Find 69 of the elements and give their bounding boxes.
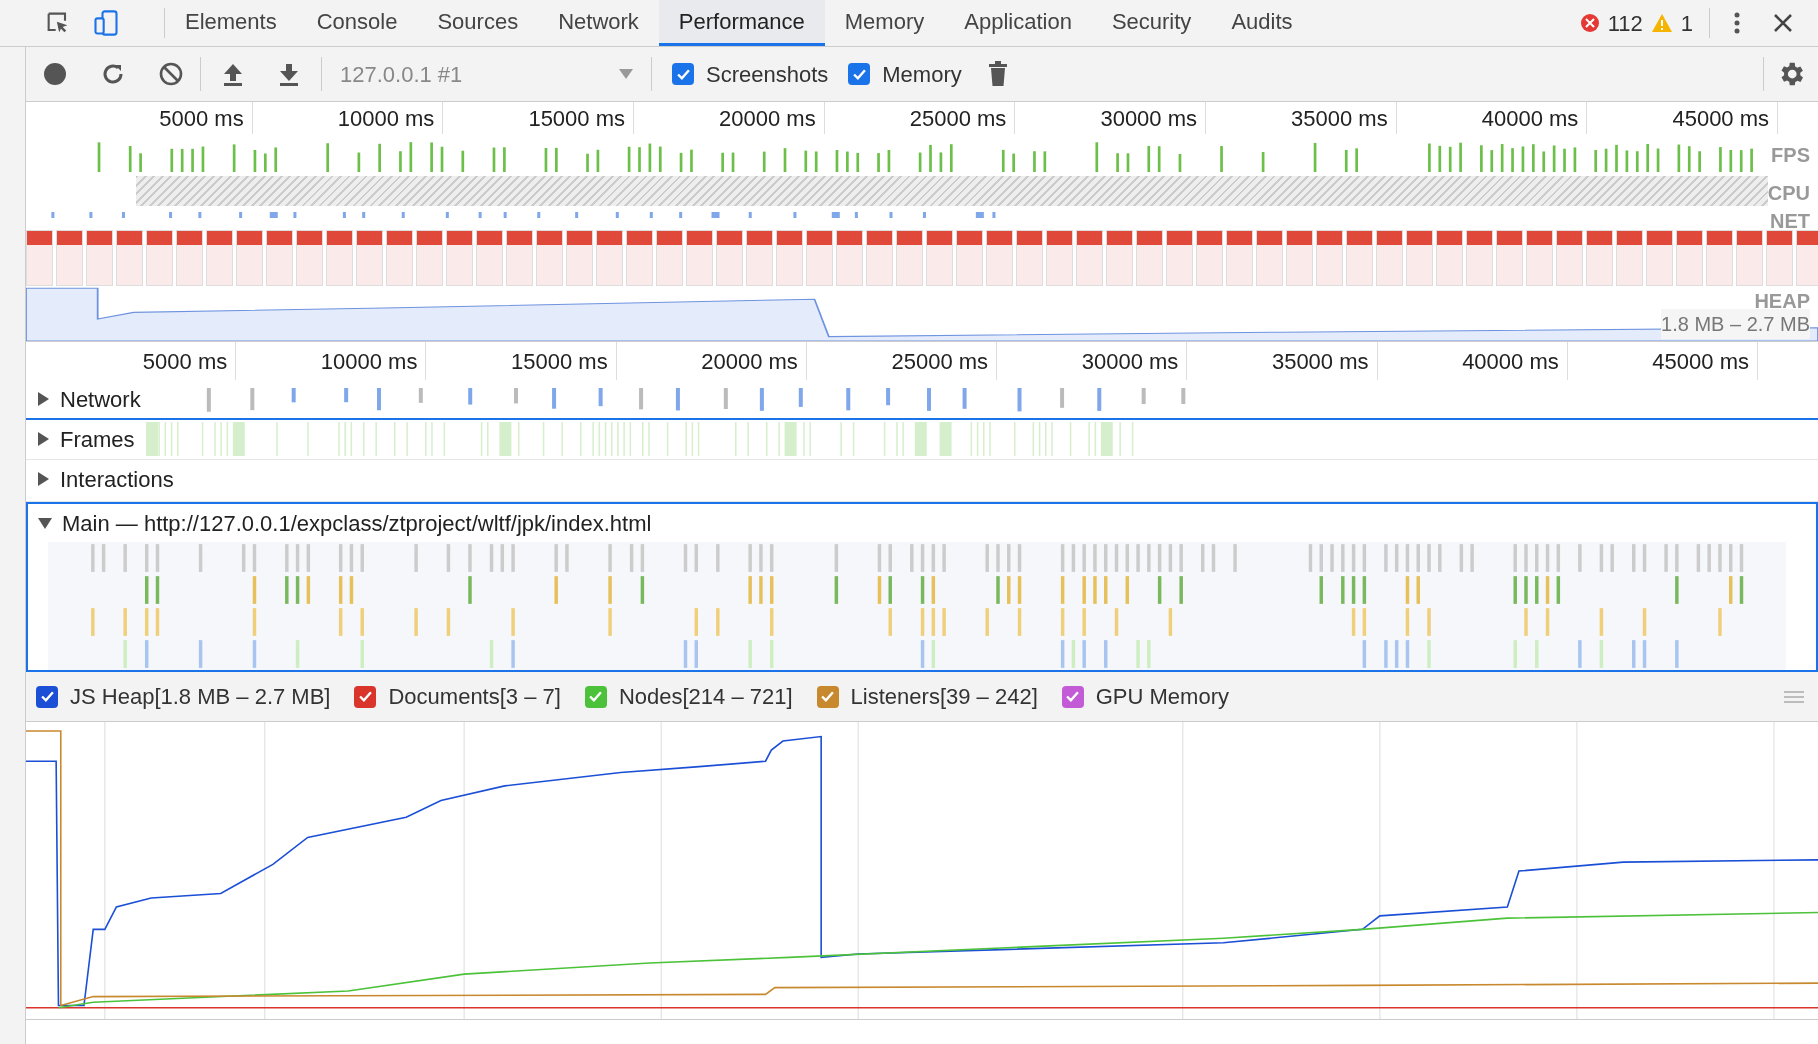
overview-tick-label: 25000 ms xyxy=(909,104,1007,133)
panel-tab[interactable]: Security xyxy=(1091,0,1212,46)
check-icon xyxy=(821,691,835,702)
overview-tick-label: 5000 ms xyxy=(159,104,244,133)
error-icon xyxy=(1579,13,1600,33)
counter-label[interactable]: Documents[3 – 7] xyxy=(388,680,561,713)
timeline-tick-label: 10000 ms xyxy=(320,347,418,376)
panel-tab[interactable]: Sources xyxy=(417,0,539,46)
overview-tick-label: 30000 ms xyxy=(1100,104,1198,133)
checkbox[interactable] xyxy=(816,685,839,708)
check-icon xyxy=(358,691,372,702)
overview-tick-label: 15000 ms xyxy=(528,104,625,133)
timeline-tick-label: 5000 ms xyxy=(142,347,228,376)
check-icon xyxy=(589,691,603,702)
checkbox[interactable] xyxy=(1061,685,1084,708)
overview-tick-label: 20000 ms xyxy=(719,104,816,133)
panel-tab[interactable]: Performance xyxy=(658,0,825,46)
checkbox[interactable] xyxy=(36,685,58,708)
collapsed-triangle-icon[interactable] xyxy=(36,472,50,486)
counter-label[interactable]: JS Heap[1.8 MB – 2.7 MB] xyxy=(70,680,331,713)
checkbox[interactable] xyxy=(848,63,871,85)
net-lane-label: NET xyxy=(1770,209,1810,234)
overview-tick-label: 40000 ms xyxy=(1481,104,1579,133)
timeline-tick-label: 35000 ms xyxy=(1271,347,1369,376)
warning-icon xyxy=(1650,13,1673,33)
timeline-tick-label: 30000 ms xyxy=(1081,347,1179,376)
check-icon xyxy=(676,68,690,80)
check-icon xyxy=(852,68,866,80)
checkbox-label[interactable]: Memory xyxy=(882,57,962,91)
warning-count[interactable]: 1 xyxy=(1680,6,1693,40)
drag-handle-icon[interactable] xyxy=(1784,689,1804,704)
collapsed-triangle-icon[interactable] xyxy=(36,432,50,446)
error-count[interactable]: 112 xyxy=(1607,6,1643,40)
expanded-triangle-icon[interactable] xyxy=(38,516,52,530)
more-menu-icon[interactable] xyxy=(1734,11,1740,35)
panel-tab[interactable]: Elements xyxy=(165,0,297,46)
check-icon xyxy=(1066,691,1080,702)
cpu-lane-label: CPU xyxy=(1767,181,1810,206)
device-toolbar-icon[interactable] xyxy=(92,9,120,37)
panel-tab[interactable]: Console xyxy=(296,0,418,46)
overview-tick-label: 45000 ms xyxy=(1672,104,1770,133)
dropdown-caret-icon xyxy=(619,69,633,79)
timeline-tick-label: 20000 ms xyxy=(701,347,798,376)
panel-tab[interactable]: Memory xyxy=(824,0,945,46)
counter-label[interactable]: Listeners[39 – 242] xyxy=(850,680,1038,713)
timeline-tick-label: 15000 ms xyxy=(511,347,608,376)
check-icon xyxy=(40,691,54,702)
collapsed-triangle-icon[interactable] xyxy=(36,392,50,406)
panel-tab[interactable]: Network xyxy=(538,0,659,46)
fps-lane-label: FPS xyxy=(1771,143,1810,168)
checkbox[interactable] xyxy=(584,685,607,708)
timeline-tick-label: 45000 ms xyxy=(1652,347,1749,376)
record-icon[interactable] xyxy=(42,61,68,87)
checkbox-label[interactable]: Screenshots xyxy=(706,57,829,91)
trash-icon[interactable] xyxy=(987,61,1008,87)
download-icon[interactable] xyxy=(277,61,301,87)
panel-tab[interactable]: Application xyxy=(944,0,1092,46)
panel-tab[interactable]: Audits xyxy=(1211,0,1313,46)
clear-icon[interactable] xyxy=(158,61,184,87)
checkbox[interactable] xyxy=(672,63,694,85)
overview-tick-label: 35000 ms xyxy=(1291,104,1388,133)
counter-label[interactable]: GPU Memory xyxy=(1095,680,1229,713)
close-icon[interactable] xyxy=(1772,12,1794,34)
counter-label[interactable]: Nodes[214 – 721] xyxy=(618,680,793,713)
heap-range-label: 1.8 MB – 2.7 MB xyxy=(1661,309,1810,339)
timeline-tick-label: 40000 ms xyxy=(1462,347,1559,376)
checkbox[interactable] xyxy=(354,685,377,708)
overview-tick-label: 10000 ms xyxy=(337,104,435,133)
timeline-tick-label: 25000 ms xyxy=(891,347,989,376)
